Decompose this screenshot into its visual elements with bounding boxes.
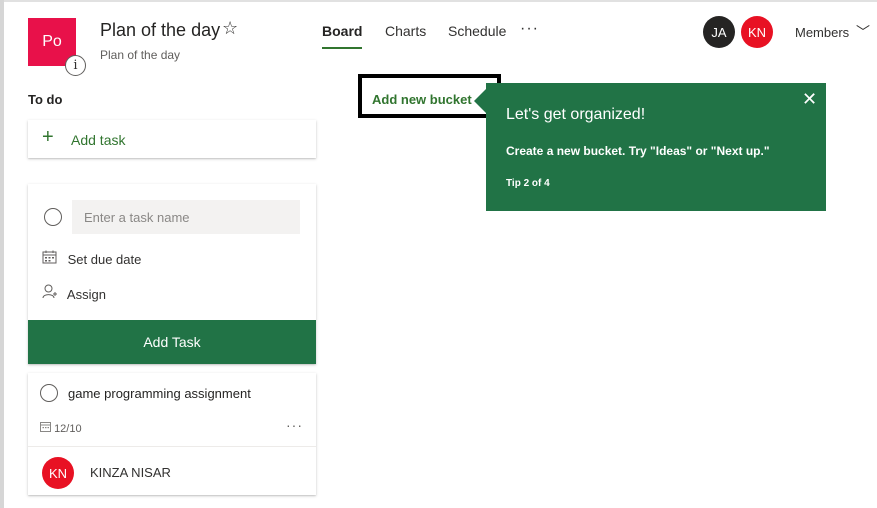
new-task-form: Set due date Assign Add Task (28, 184, 316, 364)
tip-step-counter: Tip 2 of 4 (506, 178, 550, 189)
teaching-tip: Let's get organized! Create a new bucket… (486, 83, 826, 211)
tip-body: Create a new bucket. Try "Ideas" or "Nex… (506, 144, 770, 158)
set-due-date-label: Set due date (67, 252, 142, 267)
person-icon (42, 284, 64, 302)
close-icon[interactable]: ✕ (802, 89, 817, 110)
add-task-label: Add task (71, 132, 126, 148)
card-divider (28, 446, 316, 447)
members-button[interactable]: Members (795, 25, 849, 40)
add-task-submit-button[interactable]: Add Task (28, 320, 316, 364)
task-name-input[interactable] (72, 200, 300, 234)
star-icon[interactable]: ☆ (222, 18, 238, 39)
member-avatar-ja[interactable]: JA (703, 16, 735, 48)
tip-pointer (474, 89, 486, 113)
window-top-border (0, 0, 877, 2)
task-due-date: 12/10 (40, 421, 82, 435)
info-icon[interactable]: i (65, 55, 86, 76)
chevron-down-icon[interactable]: ﹀ (856, 22, 870, 42)
more-icon[interactable]: ··· (520, 20, 539, 38)
assign-label: Assign (66, 287, 106, 302)
tab-schedule[interactable]: Schedule (448, 23, 506, 39)
page-title: Plan of the day (100, 20, 221, 40)
page-subtitle: Plan of the day (100, 48, 181, 62)
assign-button[interactable]: Assign (42, 284, 106, 302)
tip-title: Let's get organized! (506, 106, 646, 123)
more-icon[interactable]: ··· (286, 417, 303, 433)
task-due-date-text: 12/10 (54, 423, 82, 435)
task-card[interactable]: game programming assignment 12/10 ··· KN… (28, 373, 316, 495)
member-avatar-kn[interactable]: KN (741, 16, 773, 48)
assignee-avatar[interactable]: KN (42, 457, 74, 489)
set-due-date-button[interactable]: Set due date (42, 250, 141, 267)
window-left-border (0, 0, 4, 508)
tab-board[interactable]: Board (322, 23, 363, 49)
calendar-icon (40, 422, 51, 435)
task-complete-radio[interactable] (44, 208, 62, 226)
task-title: game programming assignment (68, 386, 251, 401)
tab-charts[interactable]: Charts (385, 23, 426, 39)
task-complete-radio[interactable] (40, 384, 58, 402)
calendar-icon (42, 250, 64, 267)
plus-icon: + (42, 126, 54, 148)
bucket-title: To do (28, 92, 63, 107)
assignee-name: KINZA NISAR (90, 465, 171, 480)
add-task-button[interactable]: + Add task (28, 120, 316, 158)
